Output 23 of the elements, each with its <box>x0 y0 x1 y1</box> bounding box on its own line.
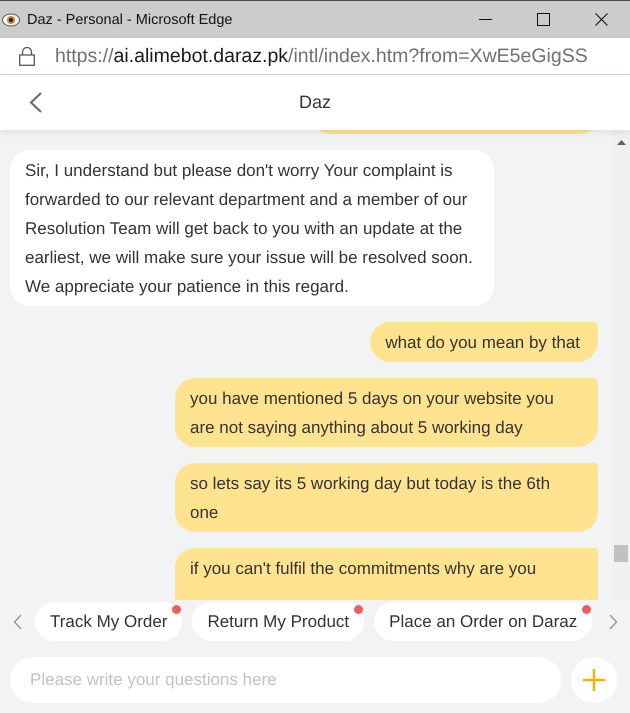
message-bubble: Sir, I understand but please don't worry Your complaint is forwarded to our relevant department and a member of our Resolution Team will get back to you with an update at the earliest, we will make sure your issue will be resolved soon. We appreciate your patience in this regard. <box>10 150 494 306</box>
message-input[interactable]: Please write your questions here <box>10 657 561 703</box>
chevron-left-icon <box>28 92 42 113</box>
message-bubble: if you can't fulfil the commitments why are you <box>175 548 598 600</box>
scrollbar-thumb[interactable] <box>614 545 628 562</box>
maximize-icon <box>536 13 550 26</box>
message-bubble: so lets say its 5 working day but today is the 6th one <box>175 463 598 532</box>
url-text: https://ai.alimebot.daraz.pk/intl/index.htm?from=XwE5eGigSS <box>55 44 588 68</box>
close-icon <box>594 13 608 26</box>
chevron-right-icon[interactable] <box>609 614 618 630</box>
plus-icon <box>583 669 605 691</box>
quick-reply-chip[interactable]: Place an Order on Daraz <box>374 602 592 641</box>
arrow-up-icon[interactable] <box>616 140 626 145</box>
message-bubble: you have mentioned 5 days on your website you are not saying anything about 5 working day <box>175 378 598 447</box>
message-bubble: what do you mean by that <box>370 322 598 362</box>
add-button[interactable] <box>571 657 617 703</box>
lock-icon <box>19 46 35 66</box>
quick-reply-chip[interactable]: Return My Product <box>192 602 364 641</box>
window-title: Daz - Personal - Microsoft Edge <box>27 12 232 28</box>
minimize-icon <box>478 19 492 20</box>
chat-title: Daz <box>298 92 331 113</box>
chevron-left-icon[interactable] <box>13 614 22 630</box>
quick-reply-chip[interactable]: Track My Order <box>35 602 182 641</box>
